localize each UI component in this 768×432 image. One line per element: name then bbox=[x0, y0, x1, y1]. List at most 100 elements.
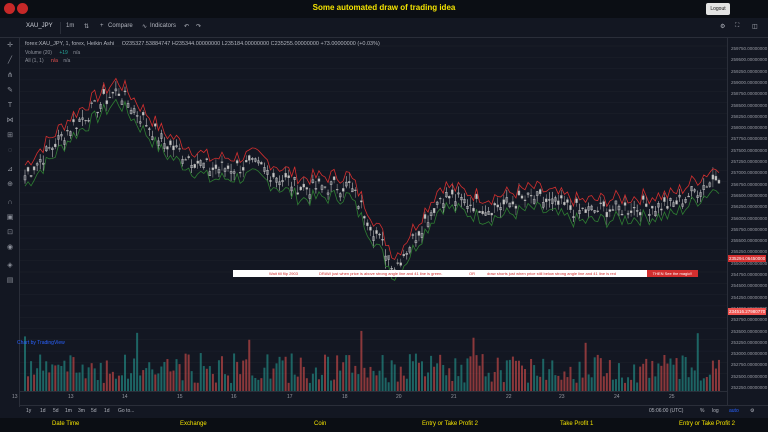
range-1m[interactable]: 1m bbox=[65, 408, 72, 414]
candle-body bbox=[360, 200, 363, 203]
candle-body bbox=[299, 186, 302, 191]
tab-take-profit-1[interactable]: Take Profit 1 bbox=[560, 421, 593, 427]
layers-icon[interactable]: ◈ bbox=[5, 262, 15, 270]
tab-entry-take-profit-2b[interactable]: Entry or Take Profit 2 bbox=[679, 421, 735, 427]
symbol-selector[interactable]: XAU_JPY bbox=[26, 23, 53, 29]
volume-bar bbox=[330, 380, 333, 391]
date-axis[interactable]: 13 13 14 15 16 17 18 20 21 22 23 24 25 bbox=[12, 391, 727, 401]
range-1d[interactable]: 1d bbox=[40, 408, 46, 414]
chart-pane[interactable]: forex:XAU_JPY, 1, forex, Heikin Ashi O23… bbox=[20, 38, 727, 407]
all-na: n/a bbox=[63, 58, 71, 64]
candle-body bbox=[214, 164, 218, 169]
tab-date-time[interactable]: Date Time bbox=[52, 421, 79, 427]
range-3m[interactable]: 3m bbox=[78, 408, 85, 414]
volume-bar bbox=[433, 366, 436, 391]
goto-date-button[interactable]: Go to... bbox=[118, 408, 134, 414]
indicators-button[interactable]: Indicators bbox=[150, 23, 176, 29]
volume-bar bbox=[590, 377, 593, 391]
candle-body bbox=[193, 164, 196, 168]
candle-body bbox=[511, 201, 515, 205]
candle-body bbox=[48, 147, 51, 149]
shapes-icon[interactable]: ◌ bbox=[5, 147, 15, 155]
candle-body bbox=[675, 200, 678, 205]
range-5d[interactable]: 5d bbox=[53, 408, 59, 414]
trendline-icon[interactable]: ╱ bbox=[5, 57, 15, 65]
volume-bar bbox=[242, 360, 245, 391]
chart-style-icon[interactable]: ⇅ bbox=[84, 23, 89, 30]
volume-bar bbox=[124, 354, 127, 391]
candle-body bbox=[448, 196, 451, 199]
magnet-icon[interactable]: ∩ bbox=[5, 199, 15, 207]
candle-body bbox=[341, 188, 345, 192]
volume-bar bbox=[327, 356, 330, 391]
interval-selector[interactable]: 1m bbox=[66, 23, 74, 29]
candle-body bbox=[178, 148, 181, 150]
volume-bar bbox=[266, 354, 269, 391]
lower-indicator-line bbox=[24, 98, 720, 281]
fullscreen-icon[interactable]: ⛶ bbox=[735, 23, 739, 30]
range-5d[interactable]: 5d bbox=[91, 408, 97, 414]
tab-coin[interactable]: Coin bbox=[314, 421, 326, 427]
candle-body bbox=[272, 172, 275, 178]
legend-ohlc: O235327.53884747 H235344.00000000 L23518… bbox=[121, 41, 380, 47]
lock-icon[interactable]: ▣ bbox=[5, 214, 15, 222]
zoom-icon[interactable]: ⊕ bbox=[5, 181, 15, 189]
undo-icon[interactable]: ↶ bbox=[184, 23, 189, 30]
compare-button[interactable]: Compare bbox=[108, 23, 133, 29]
range-1y[interactable]: 1y bbox=[26, 408, 31, 414]
logout-button[interactable]: Logout bbox=[706, 3, 730, 15]
volume-bar bbox=[363, 367, 366, 391]
volume-bar bbox=[663, 354, 666, 391]
auto-toggle[interactable]: auto bbox=[729, 408, 739, 414]
tab-entry-take-profit-2[interactable]: Entry or Take Profit 2 bbox=[422, 421, 478, 427]
volume-na: n/a bbox=[73, 50, 81, 56]
volume-bar bbox=[454, 358, 457, 391]
volume-bar bbox=[290, 353, 293, 391]
measure-icon[interactable]: ⊿ bbox=[5, 166, 15, 174]
date-tick-label: 25 bbox=[669, 394, 675, 400]
price-tick-label: 259250.00000000 bbox=[731, 68, 768, 74]
eye-icon[interactable]: ◉ bbox=[5, 244, 15, 252]
volume-bar bbox=[220, 356, 223, 391]
all-legend[interactable]: All (1, 1) n/a n/a bbox=[25, 58, 70, 64]
volume-legend[interactable]: Volume (20) +19 n/a bbox=[25, 50, 80, 56]
volume-bar bbox=[617, 363, 620, 391]
trash-icon[interactable]: ▤ bbox=[5, 277, 15, 285]
volume-bar bbox=[390, 360, 393, 391]
percent-toggle[interactable]: % bbox=[700, 408, 704, 414]
pitchfork-icon[interactable]: ⋔ bbox=[5, 72, 15, 80]
pattern-icon[interactable]: ⋈ bbox=[5, 117, 15, 125]
volume-bar bbox=[60, 365, 63, 391]
candle-body bbox=[32, 166, 36, 171]
time-readout: 05:06:00 (UTC) bbox=[649, 408, 684, 414]
prediction-icon[interactable]: ⊞ bbox=[5, 132, 15, 140]
candle-body bbox=[575, 198, 578, 203]
lock-icon[interactable]: ⊡ bbox=[5, 229, 15, 237]
redo-icon[interactable]: ↷ bbox=[196, 23, 201, 30]
legend-title[interactable]: forex:XAU_JPY, 1, forex, Heikin Ashi bbox=[25, 41, 114, 47]
settings-icon[interactable]: ⚙ bbox=[750, 408, 754, 414]
tradingview-watermark[interactable]: Chart by TradingView bbox=[17, 340, 65, 346]
volume-bar bbox=[417, 362, 420, 391]
brush-icon[interactable]: ✎ bbox=[5, 87, 15, 95]
text-icon[interactable]: T bbox=[5, 102, 15, 110]
compare-icon[interactable]: + bbox=[100, 23, 104, 29]
volume-bar bbox=[460, 364, 463, 391]
price-tick-label: 258000.00000000 bbox=[731, 125, 768, 131]
log-toggle[interactable]: log bbox=[712, 408, 719, 414]
settings-icon[interactable]: ⚙ bbox=[720, 23, 725, 30]
tab-exchange[interactable]: Exchange bbox=[180, 421, 207, 427]
chart-canvas[interactable] bbox=[20, 38, 727, 391]
volume-bar bbox=[117, 375, 120, 391]
crosshair-icon[interactable]: ✛ bbox=[5, 42, 15, 50]
price-tick-label: 254500.00000000 bbox=[731, 283, 768, 289]
volume-bar bbox=[384, 377, 387, 391]
range-1d[interactable]: 1d bbox=[104, 408, 110, 414]
snapshot-icon[interactable]: ◫ bbox=[752, 23, 758, 30]
candle-body bbox=[287, 175, 290, 179]
price-axis[interactable]: 259750.00000000 259500.00000000 259250.000… bbox=[727, 38, 768, 407]
volume-bar bbox=[160, 366, 163, 391]
indicators-icon[interactable]: ∿ bbox=[142, 23, 147, 30]
volume-bar bbox=[293, 374, 296, 391]
candle-body bbox=[629, 210, 633, 213]
